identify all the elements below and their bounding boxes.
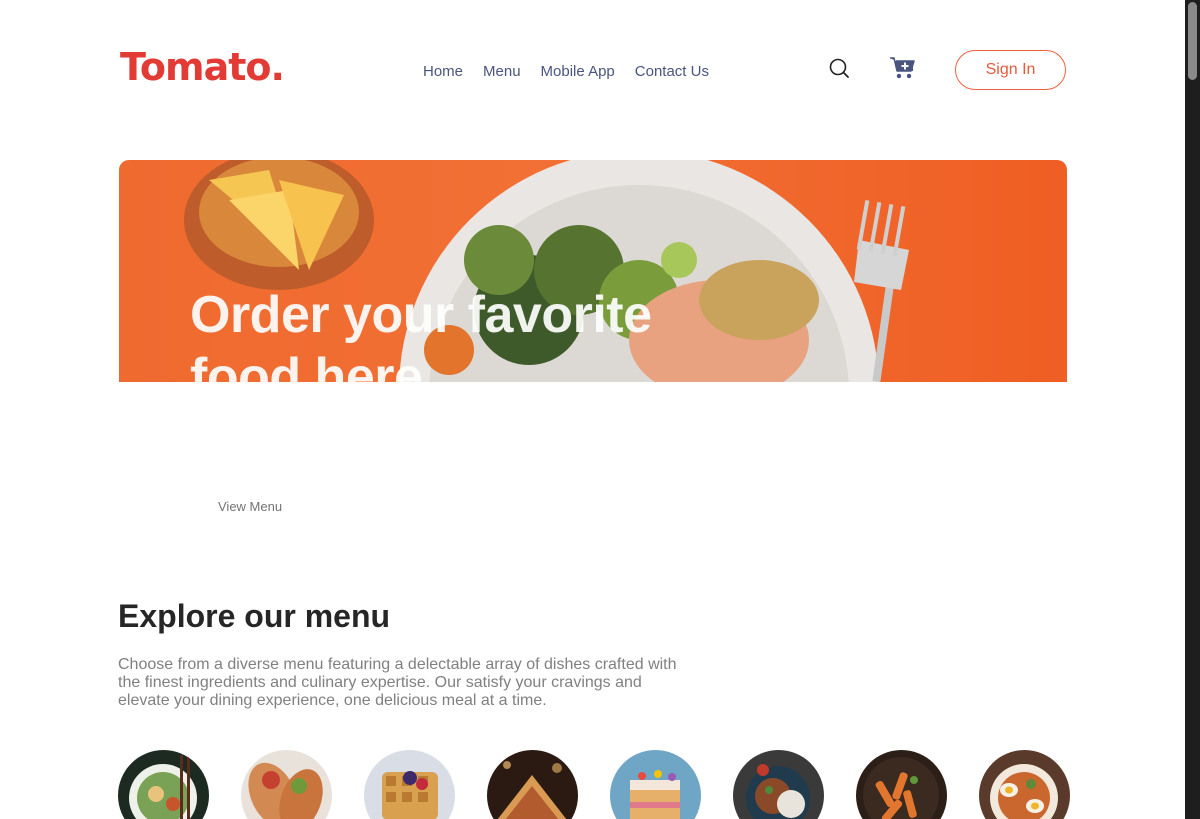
nav-mobile-app[interactable]: Mobile App: [541, 63, 615, 80]
menu-category-list: [118, 750, 1070, 819]
explore-menu-title: Explore our menu: [118, 598, 391, 634]
scrollbar-thumb[interactable]: [1188, 2, 1197, 80]
nav-home[interactable]: Home: [423, 63, 463, 80]
page: Tomato. Home Menu Mobile App Contact Us …: [0, 0, 1185, 819]
search-icon[interactable]: [828, 58, 850, 80]
nav-contact-us[interactable]: Contact Us: [635, 63, 709, 80]
logo[interactable]: Tomato.: [120, 44, 285, 90]
menu-category-cake[interactable]: [610, 750, 701, 819]
hero-banner: Order your favorite food here: [119, 160, 1067, 382]
scrollbar[interactable]: [1185, 0, 1200, 819]
menu-category-noodles[interactable]: [979, 750, 1070, 819]
main-nav: Home Menu Mobile App Contact Us: [423, 63, 709, 80]
menu-category-deserts[interactable]: [364, 750, 455, 819]
view-menu-button[interactable]: View Menu: [218, 499, 282, 514]
menu-category-rolls[interactable]: [241, 750, 332, 819]
nav-menu[interactable]: Menu: [483, 63, 521, 80]
menu-category-sandwich[interactable]: [487, 750, 578, 819]
sign-in-button[interactable]: Sign In: [955, 50, 1066, 90]
logo-text: Tomato.: [120, 45, 285, 89]
menu-category-pure-veg[interactable]: [733, 750, 824, 819]
menu-category-pasta[interactable]: [856, 750, 947, 819]
hero-title: Order your favorite food here: [190, 286, 652, 382]
cart-icon[interactable]: [889, 56, 917, 80]
menu-category-salad[interactable]: [118, 750, 209, 819]
explore-menu-description: Choose from a diverse menu featuring a d…: [118, 656, 677, 709]
